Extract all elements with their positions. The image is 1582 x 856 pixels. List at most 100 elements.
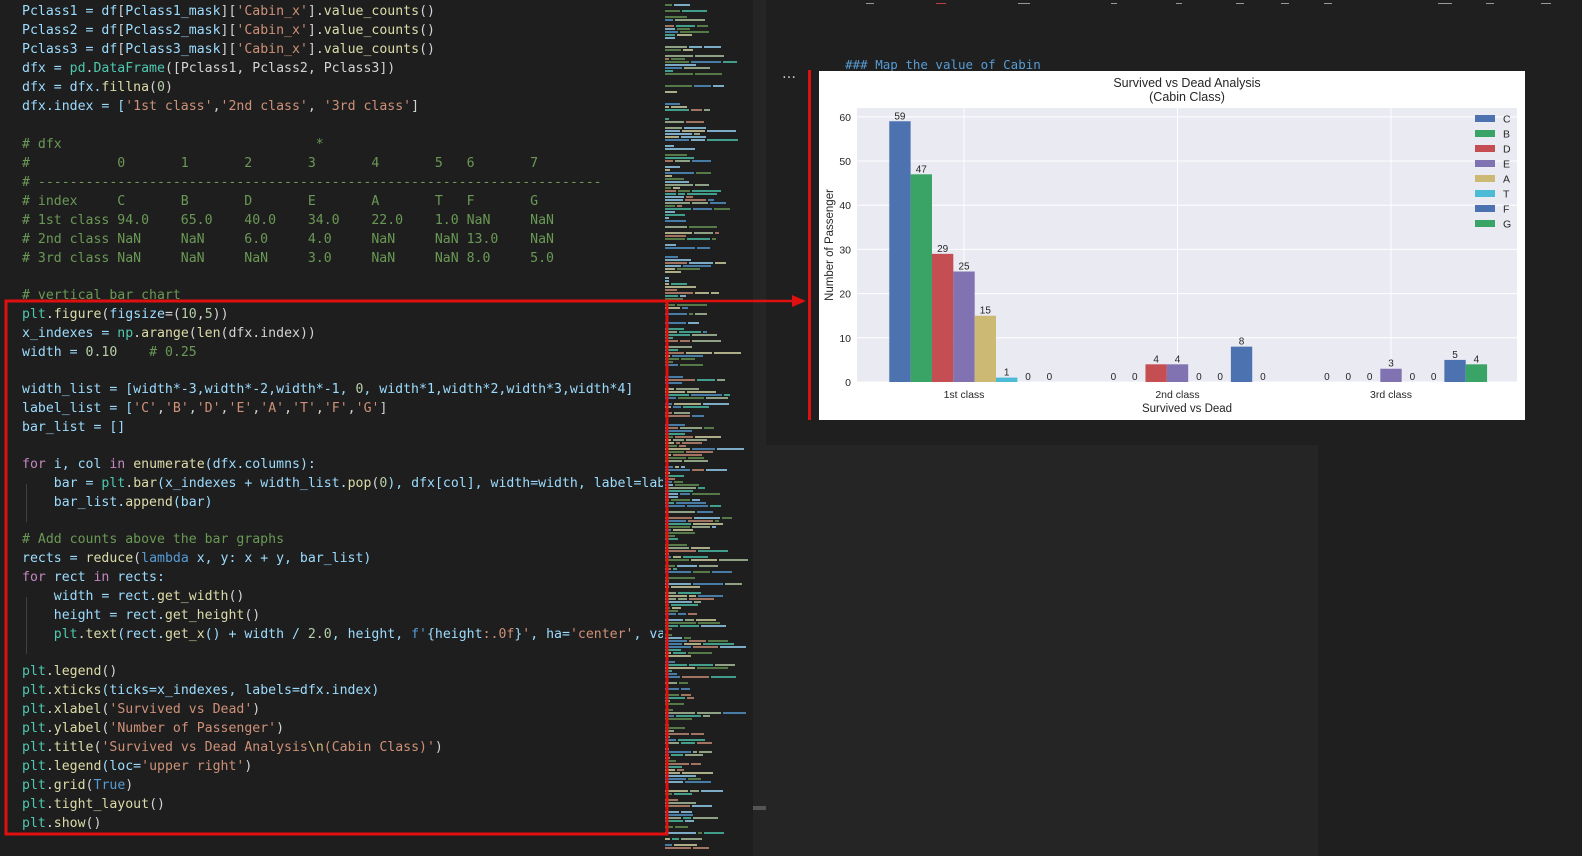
code-line[interactable]: x_indexes = np.arange(len(dfx.index))	[22, 324, 316, 343]
code-line[interactable]: plt.show()	[22, 814, 101, 833]
code-token: 'G'	[355, 401, 380, 416]
code-line[interactable]: # 3rd class NaN NaN NaN 3.0 NaN NaN 8.0 …	[22, 249, 554, 268]
code-token: )	[244, 759, 253, 774]
code-line[interactable]: bar_list = []	[22, 418, 125, 437]
minimap-line	[691, 394, 722, 396]
minimap-line	[665, 538, 678, 540]
code-line[interactable]: dfx = dfx.fillna(0)	[22, 78, 173, 97]
legend-label: F	[1503, 204, 1509, 216]
code-line[interactable]: plt.text(rect.get_x() + width / 2.0, hei…	[22, 625, 663, 644]
code-line[interactable]: plt.legend(loc='upper right')	[22, 757, 252, 776]
y-tick-label: 40	[839, 200, 851, 212]
code-token: # 1st class 94.0 65.0 40.0 34.0 22.0 1.0…	[22, 213, 554, 228]
code-line[interactable]: rects = reduce(lambda x, y: x + y, bar_l…	[22, 549, 371, 568]
minimap-line	[689, 595, 696, 597]
code-line[interactable]: for rect in rects:	[22, 568, 165, 587]
code-line[interactable]: plt.ylabel('Number of Passenger')	[22, 719, 284, 738]
minimap-line	[720, 646, 746, 648]
code-line[interactable]: Pclass3 = df[Pclass3_mask]['Cabin_x'].va…	[22, 40, 435, 59]
minimap-line	[692, 334, 717, 336]
legend-swatch-E	[1475, 160, 1495, 167]
code-line[interactable]: dfx.index = ['1st class','2nd class', '3…	[22, 97, 419, 116]
markdown-cell[interactable]: ### Map the value of Cabin …	[815, 38, 1041, 90]
minimap-line	[665, 403, 672, 405]
code-line[interactable]: dfx = pd.DataFrame([Pclass1, Pclass2, Pc…	[22, 59, 395, 78]
code-line[interactable]: # --------------------------------------…	[22, 173, 602, 192]
code-token: plt	[22, 721, 46, 736]
code-token: .	[45, 683, 54, 698]
toolbar-icon[interactable]	[1176, 0, 1182, 4]
legend-swatch-C	[1475, 115, 1495, 122]
code-line[interactable]: # Add counts above the bar graphs	[22, 530, 284, 549]
x-tick-label: 3rd class	[1370, 389, 1412, 401]
minimap-line	[665, 307, 680, 309]
minimap-line	[665, 331, 677, 333]
toolbar-icon[interactable]	[866, 0, 874, 4]
code-line[interactable]: plt.xlabel('Survived vs Dead')	[22, 700, 260, 719]
toolbar-icon[interactable]	[1324, 0, 1332, 4]
code-token: .	[125, 476, 134, 491]
minimap-line	[697, 667, 728, 669]
minimap-line	[715, 664, 735, 666]
minimap-line	[665, 34, 675, 36]
minimap-line	[665, 184, 693, 186]
minimap-line	[682, 307, 688, 309]
minimap-line	[665, 130, 680, 132]
code-token: plt	[22, 759, 46, 774]
code-line[interactable]: Pclass1 = df[Pclass1_mask]['Cabin_x'].va…	[22, 2, 435, 21]
data-label: 59	[894, 111, 906, 122]
toolbar-icon[interactable]	[1111, 0, 1117, 4]
code-line[interactable]: bar_list.append(bar)	[22, 493, 213, 512]
code-line[interactable]: plt.title('Survived vs Dead Analysis\n(C…	[22, 738, 443, 757]
scrollbar-thumb[interactable]	[753, 806, 766, 810]
minimap-line	[665, 652, 671, 654]
data-label: 5	[1452, 350, 1458, 361]
code-line[interactable]: # 0 1 2 3 4 5 6 7	[22, 154, 538, 173]
code-line[interactable]: for i, col in enumerate(dfx.columns):	[22, 455, 316, 474]
minimap-line	[680, 31, 709, 33]
code-token: bar =	[22, 476, 102, 491]
toolbar-icon[interactable]	[1236, 0, 1244, 4]
minimap-line	[683, 265, 711, 267]
minimap-line	[678, 592, 701, 594]
code-line[interactable]: bar = plt.bar(x_indexes + width_list.pop…	[22, 474, 663, 493]
code-line[interactable]: # 2nd class NaN NaN 6.0 4.0 NaN NaN 13.0…	[22, 230, 554, 249]
code-line[interactable]: plt.figure(figsize=(10,5))	[22, 305, 229, 324]
code-line[interactable]: width = rect.get_width()	[22, 587, 245, 606]
editor-scrollbar[interactable]	[753, 0, 766, 856]
code-line[interactable]: # dfx *	[22, 135, 324, 154]
minimap-line	[688, 322, 699, 324]
code-line[interactable]: plt.grid(True)	[22, 776, 133, 795]
minimap-line	[665, 472, 670, 474]
minimap-line	[697, 25, 708, 27]
code-line[interactable]: width_list = [width*-3,width*-2,width*-1…	[22, 380, 633, 399]
code-line[interactable]: plt.legend()	[22, 662, 117, 681]
toolbar-icon[interactable]	[936, 0, 946, 4]
code-line[interactable]: # index C B D E A T F G	[22, 192, 538, 211]
cell-menu-icon[interactable]: …	[782, 66, 797, 82]
minimap-line	[665, 304, 675, 306]
code-line[interactable]: # vertical bar chart	[22, 286, 181, 305]
editor-minimap[interactable]	[663, 0, 753, 856]
code-line[interactable]: width = 0.10 # 0.25	[22, 343, 197, 362]
code-line[interactable]: plt.xticks(ticks=x_indexes, labels=dfx.i…	[22, 681, 379, 700]
code-line[interactable]: height = rect.get_height()	[22, 606, 260, 625]
minimap-line	[665, 778, 686, 780]
minimap-line	[686, 352, 712, 354]
minimap-line	[695, 184, 709, 186]
minimap-line	[691, 547, 710, 549]
code-line[interactable]: # 1st class 94.0 65.0 40.0 34.0 22.0 1.0…	[22, 211, 554, 230]
minimap-line	[665, 793, 672, 795]
minimap-line	[665, 256, 678, 258]
toolbar-icon[interactable]	[1281, 0, 1289, 4]
code-line[interactable]: plt.tight_layout()	[22, 795, 165, 814]
toolbar-icon[interactable]	[1486, 0, 1494, 4]
code-line[interactable]: Pclass2 = df[Pclass2_mask]['Cabin_x'].va…	[22, 21, 435, 40]
code-editor[interactable]: Pclass1 = df[Pclass1_mask]['Cabin_x'].va…	[0, 0, 663, 856]
minimap-line	[674, 4, 690, 6]
toolbar-icon[interactable]	[1018, 0, 1030, 4]
toolbar-icon[interactable]	[1438, 0, 1452, 4]
toolbar-icon[interactable]	[1541, 0, 1551, 4]
data-label: 0	[1346, 372, 1352, 383]
code-line[interactable]: label_list = ['C','B','D','E','A','T','F…	[22, 399, 387, 418]
